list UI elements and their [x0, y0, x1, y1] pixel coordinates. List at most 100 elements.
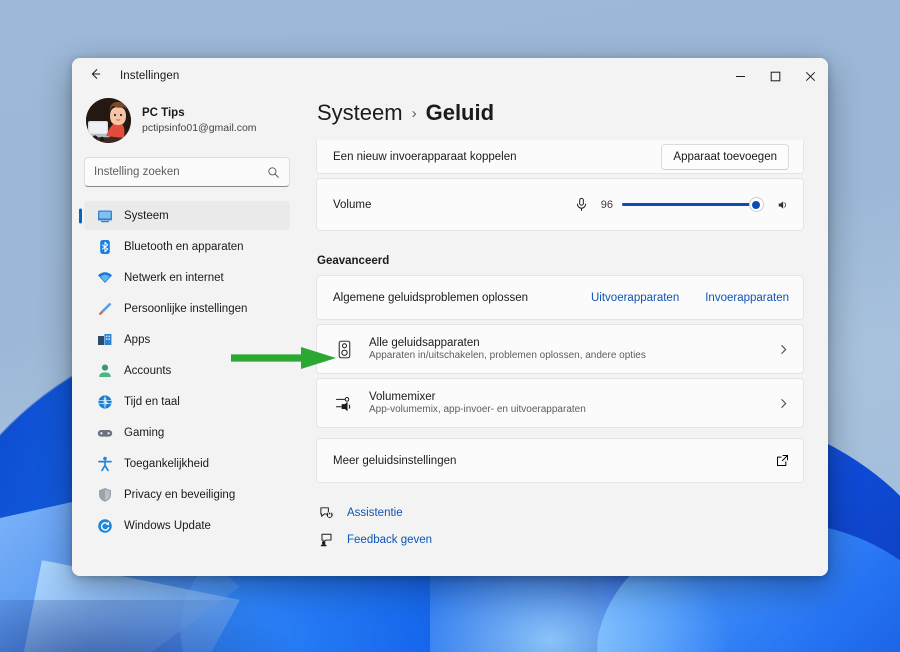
wifi-icon	[96, 269, 113, 286]
external-link-icon[interactable]	[776, 454, 789, 467]
window-body: PC Tips pctipsinfo01@gmail.com Instellin…	[72, 94, 828, 576]
all-sound-devices-text: Alle geluidsapparaten Apparaten in/uitsc…	[369, 337, 646, 361]
sidebar-label: Bluetooth en apparaten	[124, 241, 244, 253]
maximize-icon	[770, 71, 781, 82]
sidebar-item-toegankelijkheid[interactable]: Toegankelijkheid	[84, 449, 290, 478]
breadcrumb: Systeem › Geluid	[316, 94, 804, 140]
avatar	[86, 98, 131, 143]
sidebar: PC Tips pctipsinfo01@gmail.com Instellin…	[72, 94, 300, 576]
sidebar-nav: Systeem Bluetooth en apparaten	[84, 201, 290, 542]
sidebar-label: Netwerk en internet	[124, 272, 224, 284]
sidebar-item-netwerk-en-internet[interactable]: Netwerk en internet	[84, 263, 290, 292]
paintbrush-icon	[96, 300, 113, 317]
bluetooth-icon	[96, 238, 113, 255]
wallpaper-shadow	[0, 600, 300, 652]
back-arrow-icon	[88, 67, 102, 86]
add-device-button[interactable]: Apparaat toevoegen	[661, 144, 789, 170]
shield-icon	[96, 486, 113, 503]
breadcrumb-current: Geluid	[426, 100, 494, 126]
troubleshoot-links: Uitvoerapparaten Invoerapparaten	[591, 292, 789, 304]
search-input[interactable]: Instelling zoeken	[94, 166, 267, 178]
back-button[interactable]	[80, 63, 110, 89]
pair-device-right: Apparaat toevoegen	[661, 144, 789, 170]
more-sound-settings-label: Meer geluidsinstellingen	[333, 455, 456, 467]
speaker-device-icon	[333, 340, 355, 359]
slider-thumb[interactable]	[749, 197, 764, 212]
sidebar-item-privacy-en-beveiliging[interactable]: Privacy en beveiliging	[84, 480, 290, 509]
pair-device-row[interactable]: Een nieuw invoerapparaat koppelen Appara…	[316, 140, 804, 174]
volume-slider[interactable]	[622, 197, 762, 213]
minimize-button[interactable]	[723, 58, 758, 94]
all-sound-devices-title: Alle geluidsapparaten	[369, 337, 646, 349]
account-block[interactable]: PC Tips pctipsinfo01@gmail.com	[84, 94, 290, 157]
volume-row: Volume 96	[316, 178, 804, 231]
close-icon	[805, 71, 816, 82]
link-input-devices[interactable]: Invoerapparaten	[705, 292, 789, 304]
search-icon[interactable]	[267, 166, 280, 179]
sidebar-item-accounts[interactable]: Accounts	[84, 356, 290, 385]
volume-value: 96	[597, 199, 613, 211]
help-lock-icon	[318, 505, 335, 520]
volume-mixer-title: Volumemixer	[369, 391, 586, 403]
sidebar-item-tijd-en-taal[interactable]: Tijd en taal	[84, 387, 290, 416]
footer-link-feedback[interactable]: Feedback geven	[318, 532, 804, 547]
sidebar-label: Accounts	[124, 365, 171, 377]
sidebar-label: Gaming	[124, 427, 164, 439]
section-advanced-heading: Geavanceerd	[316, 241, 804, 275]
breadcrumb-parent[interactable]: Systeem	[317, 100, 403, 126]
footer-link-label: Feedback geven	[347, 534, 432, 546]
feedback-icon	[318, 532, 335, 547]
sidebar-item-apps[interactable]: Apps	[84, 325, 290, 354]
sidebar-item-windows-update[interactable]: Windows Update	[84, 511, 290, 540]
volume-mixer-text: Volumemixer App-volumemix, app-invoer- e…	[369, 391, 586, 415]
account-text: PC Tips pctipsinfo01@gmail.com	[142, 106, 257, 136]
footer-link-assistentie[interactable]: Assistentie	[318, 505, 804, 520]
sidebar-label: Tijd en taal	[124, 396, 180, 408]
breadcrumb-separator-icon: ›	[412, 105, 417, 122]
pair-device-label: Een nieuw invoerapparaat koppelen	[333, 151, 517, 163]
apps-icon	[96, 331, 113, 348]
slider-fill	[622, 203, 756, 206]
account-name: PC Tips	[142, 106, 257, 122]
footer-links: Assistentie Feedback geven	[316, 487, 804, 547]
gamepad-icon	[96, 424, 113, 441]
sidebar-label: Systeem	[124, 210, 169, 222]
link-output-devices[interactable]: Uitvoerapparaten	[591, 292, 679, 304]
all-sound-devices-subtitle: Apparaten in/uitschakelen, problemen opl…	[369, 350, 646, 361]
sidebar-item-gaming[interactable]: Gaming	[84, 418, 290, 447]
microphone-icon[interactable]	[575, 197, 588, 212]
volume-mixer-subtitle: App-volumemix, app-invoer- en uitvoerapp…	[369, 404, 586, 415]
footer-link-label: Assistentie	[347, 507, 403, 519]
monitor-icon	[96, 207, 113, 224]
volume-label: Volume	[333, 199, 371, 211]
window-title: Instellingen	[120, 70, 179, 82]
troubleshoot-row: Algemene geluidsproblemen oplossen Uitvo…	[316, 275, 804, 320]
sidebar-label: Toegankelijkheid	[124, 458, 209, 470]
user-avatar-icon	[86, 98, 131, 143]
volume-controls: 96	[575, 197, 789, 213]
volume-mixer-row[interactable]: Volumemixer App-volumemix, app-invoer- e…	[316, 378, 804, 428]
minimize-icon	[735, 71, 746, 82]
sidebar-item-persoonlijke-instellingen[interactable]: Persoonlijke instellingen	[84, 294, 290, 323]
update-icon	[96, 517, 113, 534]
sidebar-label: Windows Update	[124, 520, 211, 532]
chevron-right-icon[interactable]	[778, 344, 789, 355]
more-sound-settings-row[interactable]: Meer geluidsinstellingen	[316, 438, 804, 483]
account-email: pctipsinfo01@gmail.com	[142, 121, 257, 135]
sidebar-item-systeem[interactable]: Systeem	[84, 201, 290, 230]
troubleshoot-label: Algemene geluidsproblemen oplossen	[333, 292, 528, 304]
close-button[interactable]	[793, 58, 828, 94]
main-content: Systeem › Geluid Een nieuw invoerapparaa…	[300, 94, 828, 576]
sidebar-label: Privacy en beveiliging	[124, 489, 235, 501]
all-sound-devices-row[interactable]: Alle geluidsapparaten Apparaten in/uitsc…	[316, 324, 804, 374]
search-box[interactable]: Instelling zoeken	[84, 157, 290, 187]
window-controls	[723, 58, 828, 94]
settings-window: Instellingen	[72, 58, 828, 576]
title-bar: Instellingen	[72, 58, 828, 94]
chevron-right-icon[interactable]	[778, 398, 789, 409]
sidebar-item-bluetooth-en-apparaten[interactable]: Bluetooth en apparaten	[84, 232, 290, 261]
sidebar-label: Apps	[124, 334, 150, 346]
speaker-icon[interactable]	[777, 199, 789, 211]
maximize-button[interactable]	[758, 58, 793, 94]
sidebar-label: Persoonlijke instellingen	[124, 303, 247, 315]
